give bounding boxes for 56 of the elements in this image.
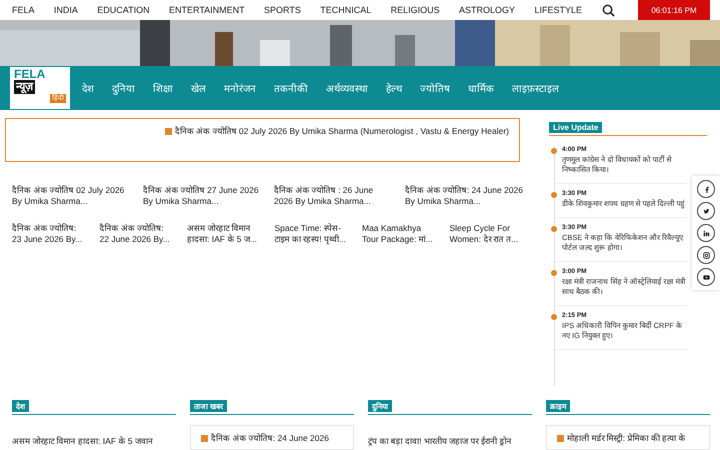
nav-link[interactable]: धार्मिक xyxy=(468,81,494,95)
top-menu-link[interactable]: LIFESTYLE xyxy=(534,5,582,15)
top-menu-link[interactable]: FELA xyxy=(12,5,35,15)
clock-badge: 06:01:16 PM xyxy=(638,0,710,20)
dot-icon xyxy=(551,192,557,198)
story-link[interactable]: असम जोरहाट विमान हादसा: IAF के 5 ज... xyxy=(187,223,274,244)
nav-link[interactable]: दुनिया xyxy=(112,81,135,95)
camera-button[interactable] xyxy=(697,246,715,264)
bird-button[interactable] xyxy=(697,202,715,220)
linkedin-icon xyxy=(702,230,710,236)
camera-icon xyxy=(702,252,710,258)
linkedin-button[interactable] xyxy=(697,224,715,242)
facebook-icon xyxy=(702,186,710,192)
dot-icon xyxy=(551,270,557,276)
headline-link[interactable]: मोहाली मर्डर मिस्ट्री: प्रेमिका की हत्या के xyxy=(567,432,686,443)
nav-link[interactable]: शिक्षा xyxy=(153,81,173,95)
nav-link[interactable]: देश xyxy=(82,81,94,95)
top-menu-link[interactable]: TECHNICAL xyxy=(320,5,372,15)
top-menu-link[interactable]: INDIA xyxy=(54,5,78,15)
nav-link[interactable]: खेल xyxy=(191,81,206,95)
nav-link[interactable]: लाइफ़स्टाइल xyxy=(512,81,559,95)
dot-icon xyxy=(551,148,557,154)
story-link[interactable]: दैनिक अंक ज्योतिष : 26 June 2026 By Umika Sharma... xyxy=(274,185,405,206)
headline-link[interactable]: ट्रंप का बड़ा दावा! भारतीय जहाज पर ईरानी ड्रोन xyxy=(368,436,512,446)
top-menu-link[interactable]: ENTERTAINMENT xyxy=(169,5,245,15)
facebook-button[interactable] xyxy=(697,180,715,198)
ticker-link[interactable]: दैनिक अंक ज्योतिष 02 July 2026 By Umika Sharma (Numerologist , Vastu & Energy Healer) xyxy=(174,125,509,136)
search-icon[interactable] xyxy=(602,4,615,16)
dot-icon xyxy=(551,226,557,232)
nav-link[interactable]: तकनीकी xyxy=(274,81,308,95)
story-link[interactable]: दैनिक अंक ज्योतिष: 22 June 2026 By... xyxy=(100,223,187,244)
story-link[interactable]: Maa Kamakhya Tour Package: मां... xyxy=(362,223,450,244)
dot-icon xyxy=(551,314,557,320)
headline-link[interactable]: दैनिक अंक ज्योतिष: 24 June 2026 xyxy=(211,432,329,443)
square-icon xyxy=(201,435,208,442)
top-menu-link[interactable]: RELIGIOUS xyxy=(390,5,440,15)
bird-icon xyxy=(702,208,710,214)
nav-link[interactable]: मनोरंजन xyxy=(224,81,256,95)
square-icon xyxy=(557,435,564,442)
top-menu-link[interactable]: SPORTS xyxy=(264,5,301,15)
story-link[interactable]: दैनिक अंक ज्योतिष: 24 June 2026 By Umika Sharma... xyxy=(405,185,536,206)
square-icon xyxy=(164,128,172,135)
story-link[interactable]: Space Time: स्पेस- टाइम का रहस्य! पृथ्वी... xyxy=(274,223,362,244)
story-link[interactable]: दैनिक अंक ज्योतिष: 23 June 2026 By... xyxy=(12,223,100,244)
nav-link[interactable]: हेल्थ xyxy=(386,81,402,95)
nav-link[interactable]: ज्योतिष xyxy=(420,81,450,95)
nav-link[interactable]: अर्थव्यवस्था xyxy=(326,81,368,95)
story-link[interactable]: दैनिक अंक ज्योतिष 27 June 2026 By Umika Sharma... xyxy=(143,185,274,206)
story-link[interactable]: Sleep Cycle For Women: देर रात त... xyxy=(450,223,537,244)
top-menu-link[interactable]: EDUCATION xyxy=(97,5,150,15)
section-label: Live Update xyxy=(549,122,602,133)
headline-link[interactable]: असम जोरहाट विमान हादसा: IAF के 5 जवान xyxy=(12,436,153,446)
play-icon xyxy=(702,274,710,280)
top-menu-link[interactable]: ASTROLOGY xyxy=(459,5,516,15)
story-link[interactable]: दैनिक अंक ज्योतिष 02 July 2026 By Umika Sharma... xyxy=(12,185,143,206)
play-button[interactable] xyxy=(697,268,715,286)
